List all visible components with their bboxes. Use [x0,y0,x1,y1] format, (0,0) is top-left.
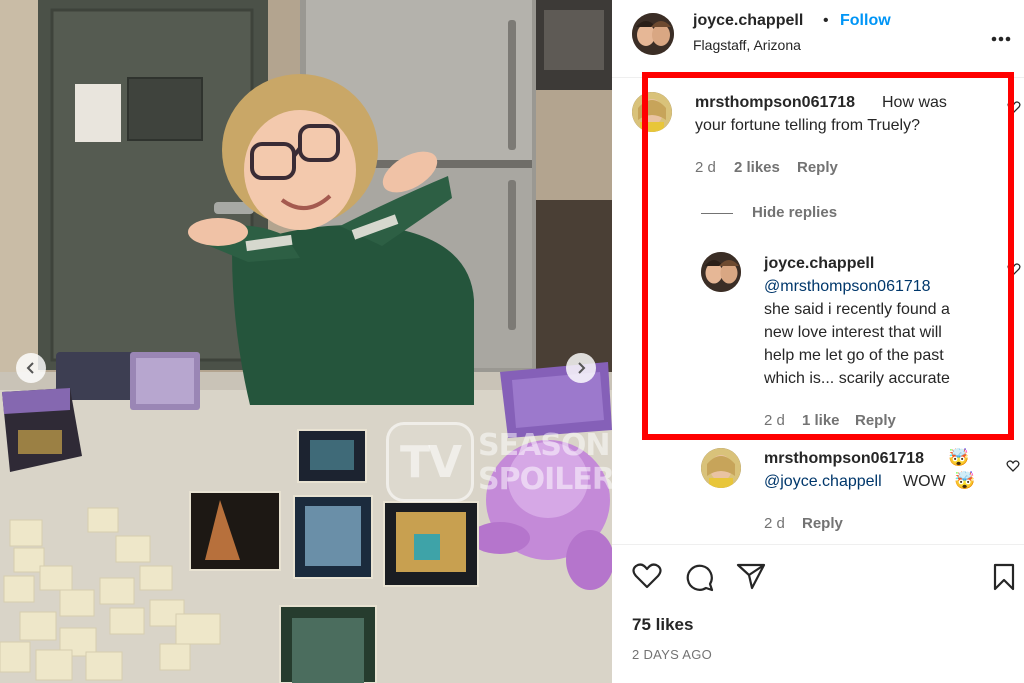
carousel-next-button[interactable] [566,353,596,383]
hide-replies-button[interactable]: Hide replies [752,204,837,221]
comment2-username[interactable]: mrsthompson061718 [764,450,924,468]
comment2-age: 2 d [764,515,785,532]
comment-text-line2: your fortune telling from Truely? [695,117,920,134]
header-separator: • [823,12,829,29]
avatar[interactable] [632,13,674,55]
comment2-avatar-image [701,448,741,488]
comment-like-heart-icon[interactable] [1007,100,1021,114]
reply-text-line4: which is... scarily accurate [764,370,950,387]
comment2-like-heart-icon[interactable] [1006,459,1020,473]
comment2-username-emoji: 🤯 [948,448,970,467]
comment2-avatar[interactable] [701,448,741,488]
comment-button[interactable] [684,562,714,592]
comment2-reply-button[interactable]: Reply [802,515,843,532]
like-button[interactable] [632,562,662,590]
more-horizontal-icon [991,36,1011,42]
post-photo: TV SEASON SPOILER [0,0,612,683]
comment-text-line1: How was [882,94,947,111]
reply-age: 2 d [764,412,785,429]
reply-avatar[interactable] [701,252,741,292]
reply-text-line2: new love interest that will [764,324,942,341]
chevron-left-icon [26,362,34,374]
avatar-image [632,13,674,55]
save-button[interactable] [992,563,1016,591]
reply-likes[interactable]: 1 like [802,412,840,429]
reply-username[interactable]: joyce.chappell [764,255,874,273]
chevron-right-icon [578,362,586,374]
reply-mention[interactable]: @mrsthompson061718 [764,278,931,296]
heart-icon [632,563,662,589]
reply-avatar-image [701,252,741,292]
carousel-prev-button[interactable] [16,353,46,383]
post-timestamp: 2 DAYS AGO [632,647,713,662]
reply-text-line3: help me let go of the past [764,347,944,364]
reply-reply-button[interactable]: Reply [855,412,896,429]
hide-replies-line [701,213,733,214]
post-panel: joyce.chappell • Follow Flagstaff, Arizo… [612,0,1024,683]
header-divider [612,77,1024,78]
comment-avatar-image [632,92,672,132]
comment-likes[interactable]: 2 likes [734,159,780,176]
comment-avatar[interactable] [632,92,672,132]
reply-like-heart-icon[interactable] [1007,262,1021,276]
likes-count[interactable]: 75 likes [632,615,693,635]
share-button[interactable] [736,562,766,590]
header-location[interactable]: Flagstaff, Arizona [693,37,801,53]
header-username[interactable]: joyce.chappell [693,12,803,30]
comment-age: 2 d [695,159,716,176]
follow-button[interactable]: Follow [840,12,891,30]
comment2-text: WOW [903,473,946,490]
more-options-button[interactable] [990,30,1012,42]
photo-scene [0,0,612,683]
comment2-emoji: 🤯 [954,471,976,490]
comment-username[interactable]: mrsthompson061718 [695,94,855,112]
share-icon [736,563,766,590]
bookmark-icon [993,563,1015,591]
comment2-mention[interactable]: @joyce.chappell [764,473,882,491]
actions-divider [612,544,1024,545]
reply-text-line1: she said i recently found a [764,301,950,318]
comment-reply-button[interactable]: Reply [797,159,838,176]
comment-icon [686,564,714,592]
